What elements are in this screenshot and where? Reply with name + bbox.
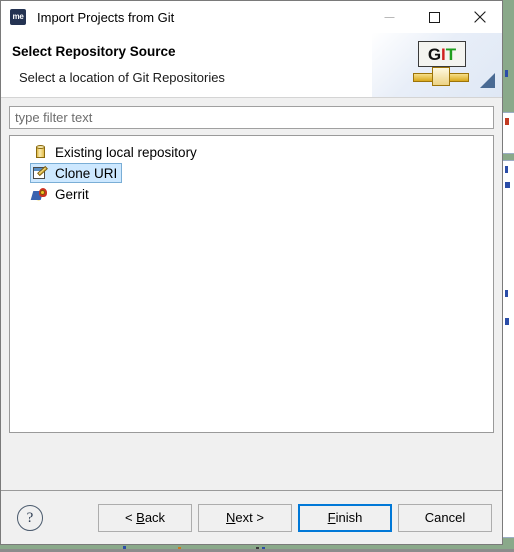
background-mark-d	[505, 182, 510, 188]
page-title: Select Repository Source	[12, 44, 176, 59]
git-pipe-icon	[413, 66, 469, 88]
background-mark-a	[505, 70, 508, 77]
back-button[interactable]: < Back	[98, 503, 192, 532]
close-icon	[473, 11, 486, 23]
back-button-label: < Back	[124, 510, 166, 525]
gerrit-icon	[30, 186, 48, 202]
tree-item-clone-uri[interactable]: Clone URI	[10, 163, 493, 183]
next-button[interactable]: Next >	[198, 503, 292, 532]
tree-item-label: Gerrit	[55, 186, 89, 202]
page-header: GIT Select Repository Source Select a lo…	[1, 33, 502, 97]
mendix-app-icon: me	[10, 9, 26, 25]
minimize-button[interactable]	[367, 1, 412, 33]
git-logo-icon: GIT	[418, 41, 466, 67]
database-icon	[32, 144, 48, 160]
title-bar: me Import Projects from Git	[1, 1, 502, 33]
next-button-label: Next >	[226, 510, 264, 525]
window-controls	[367, 1, 502, 33]
dialog-button-row: < Back Next > Finish Cancel	[98, 503, 492, 532]
finish-button-label: Finish	[327, 510, 363, 525]
cancel-button-label: Cancel	[424, 510, 466, 525]
filter-input[interactable]	[9, 106, 494, 129]
background-mark-b	[505, 118, 509, 125]
window-title: Import Projects from Git	[37, 9, 175, 25]
import-projects-dialog: me Import Projects from Git G I T Select…	[0, 0, 503, 545]
maximize-button[interactable]	[412, 1, 457, 33]
minimize-icon	[384, 12, 395, 23]
background-mark-c	[505, 166, 508, 173]
git-logo-letter-g: G	[427, 44, 442, 64]
tree-item-label: Clone URI	[55, 165, 118, 181]
clone-uri-icon	[32, 165, 48, 181]
help-button[interactable]: ?	[17, 504, 43, 531]
repository-source-tree[interactable]: Existing local repository Clone URI Gerr…	[9, 135, 494, 433]
git-pipe-box	[432, 67, 450, 86]
banner-triangle-icon	[480, 73, 495, 88]
cancel-button[interactable]: Cancel	[398, 503, 492, 532]
close-button[interactable]	[457, 1, 502, 33]
maximize-icon	[429, 11, 440, 23]
background-mark-f	[505, 318, 509, 325]
page-subtitle: Select a location of Git Repositories	[19, 70, 225, 85]
tree-item-existing-local-repository[interactable]: Existing local repository	[10, 142, 493, 162]
git-logo-letter-t: T	[445, 44, 457, 64]
finish-button[interactable]: Finish	[298, 503, 392, 532]
dialog-footer: ? < Back Next > Finish Cancel	[1, 490, 502, 544]
tree-item-label: Existing local repository	[55, 144, 197, 160]
dialog-body: Existing local repository Clone URI	[1, 97, 502, 490]
tree-item-gerrit[interactable]: Gerrit	[10, 184, 493, 204]
background-mark-e	[505, 290, 508, 297]
